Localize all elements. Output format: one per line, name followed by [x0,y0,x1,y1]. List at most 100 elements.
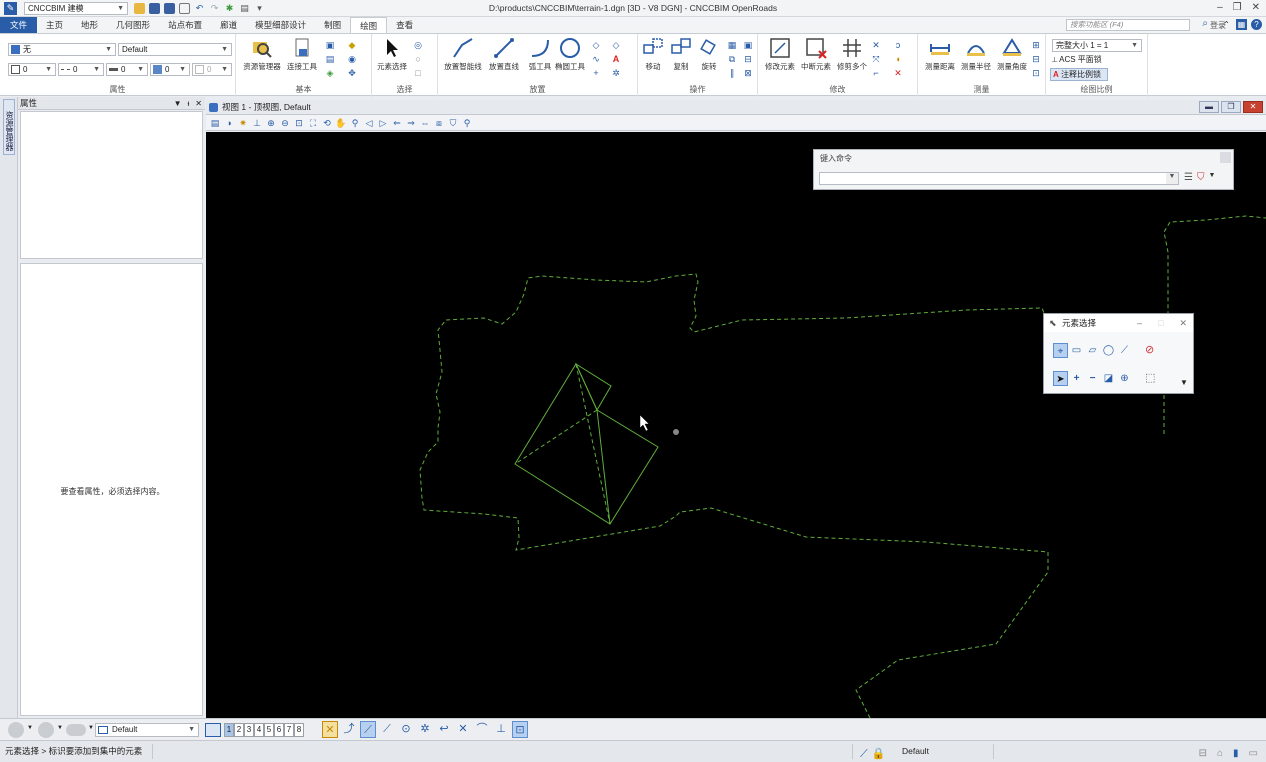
walk-icon[interactable]: ⚲ [349,117,361,129]
clip-mask-icon[interactable]: ⛉ [447,117,459,129]
keyin-menu-icon[interactable]: ▼ [1208,172,1215,183]
ribbon-search-input[interactable]: 搜索功能区 (F4) [1066,19,1190,31]
properties-selection-list[interactable] [20,111,203,259]
view-rotation-icon[interactable]: ⇔ [419,117,431,129]
transparency-combo[interactable]: 0 ▼ [150,63,190,76]
move-button[interactable]: 移动 [638,37,668,81]
close-icon[interactable]: ✕ [195,97,202,110]
select-all-icon[interactable]: ◎ [412,40,424,51]
snap-origin-icon[interactable]: ✲ [417,721,433,738]
tab-resource-manager[interactable]: 资源管理器 [3,99,15,155]
messages-icon[interactable]: ▭ [1249,744,1258,762]
snap-keypoint-icon[interactable]: ⟋ [360,721,376,738]
select-individual-icon[interactable]: ⌖ [1053,343,1068,358]
redo-icon[interactable]: ↷ [209,3,220,14]
saved-views-icon[interactable]: ◆ [346,40,358,51]
chevron-down-icon[interactable]: ▼ [57,725,63,731]
tab-drawing-production[interactable]: 制图 [315,17,350,33]
snap-mode-icon[interactable]: ⊡ [512,721,528,738]
minimize-icon[interactable]: – [1137,314,1142,332]
keyin-input[interactable] [819,172,1179,185]
terrain-triangles[interactable] [514,362,659,525]
view-next-icon[interactable]: ▷ [377,117,389,129]
back-icon[interactable] [8,722,24,738]
drawing-scale-combo[interactable]: 完整大小 1 = 1 ▼ [1052,39,1142,52]
polygon-icon[interactable]: ◇ [590,40,602,51]
select-block-icon[interactable]: ▭ [1069,343,1084,358]
models-icon[interactable]: ▣ [324,40,336,51]
forward-icon[interactable] [38,722,54,738]
close-icon[interactable]: ✕ [1179,314,1187,332]
explorer-icon[interactable]: ✥ [346,68,358,79]
spin-icon[interactable]: ⊠ [742,68,754,79]
restore-icon[interactable]: ❐ [1221,101,1241,113]
tab-model-detailing[interactable]: 模型细部设计 [246,17,315,33]
view-button-7[interactable]: 7 [284,723,294,737]
measure-radius-button[interactable]: 测量半径 [958,37,994,81]
close-icon[interactable]: ✕ [1252,2,1260,13]
snap-intersect-icon[interactable]: ✕ [455,721,471,738]
keyin-browser-icon[interactable]: ☰ [1184,172,1193,183]
stretch-icon[interactable]: ⊟ [742,54,754,65]
place-line-button[interactable]: 放置直线 [484,37,524,81]
select-shape-icon[interactable]: ▱ [1085,343,1100,358]
eraser-icon[interactable]: ◖ [892,54,904,65]
tab-corridors[interactable]: 廊道 [211,17,246,33]
snap-bisector-icon[interactable]: ↩ [436,721,452,738]
mode-all-icon[interactable]: ⊕ [1117,371,1132,386]
copy-view-icon[interactable]: ⇐ [391,117,403,129]
app-logo-icon[interactable]: ✎ [4,2,17,15]
delete-icon[interactable]: ✕ [892,68,904,79]
line-style-combo[interactable]: 0 ▼ [58,63,104,76]
view-button-3[interactable]: 3 [244,723,254,737]
lock-icon[interactable]: 🔒 [872,744,886,762]
clip-icon[interactable]: ⊥ [251,117,263,129]
compress-icon[interactable] [179,3,190,14]
keyin-close-button[interactable] [1220,152,1231,163]
priority-combo[interactable]: 0 ▼ [192,63,232,76]
drawing-canvas[interactable] [206,132,1266,718]
point-icon[interactable]: + [590,68,602,79]
view-button-1[interactable]: 1 [224,723,234,737]
zoom-in-icon[interactable]: ⊕ [265,117,277,129]
dropdown-icon[interactable]: ▼ [174,97,182,110]
pin-icon[interactable]: ✱ [224,3,235,14]
snap-center-icon[interactable]: ⊙ [398,721,414,738]
mode-new-icon[interactable]: ➤ [1053,371,1068,386]
attach-tools-button[interactable]: 连接工具 [284,37,320,81]
book-icon[interactable]: ▮ [1233,744,1239,762]
chevron-down-icon[interactable]: ▼ [1166,173,1178,184]
view-attributes-icon[interactable]: ▤ [209,117,221,129]
print-icon[interactable]: ▤ [239,3,250,14]
place-smartline-button[interactable]: 放置智能线 [442,37,484,81]
tab-terrain[interactable]: 地形 [72,17,107,33]
line-weight-combo[interactable]: 0 ▼ [106,63,148,76]
workspace-select[interactable]: CNCCBIM 建模 ▼ [24,2,128,15]
active-level-select[interactable]: Default ▼ [95,723,199,737]
terrain-boundary[interactable] [419,273,1049,718]
close-icon[interactable]: ✕ [1243,101,1263,113]
select-line-icon[interactable]: ⟋ [1117,343,1132,358]
mirror-icon[interactable]: ⧉ [726,54,738,65]
help-icon[interactable]: ? [1251,19,1262,30]
select-circle-icon[interactable]: ◯ [1101,343,1116,358]
section-icon[interactable]: ⚲ [461,117,473,129]
curve-icon[interactable]: ∿ [590,54,602,65]
references-icon[interactable]: ◈ [324,68,336,79]
restore-icon[interactable]: ❐ [1233,2,1242,13]
open-folder-icon[interactable] [134,3,145,14]
measure-angle-button[interactable]: 测量角度 [994,37,1030,81]
chevron-down-icon[interactable]: ▼ [88,725,94,731]
home-icon[interactable]: ⌂ [1217,744,1223,762]
annotation-scale-lock-toggle[interactable]: A 注释比例锁 [1050,68,1108,81]
accudraw-icon[interactable]: ⟋ [860,744,868,762]
measure-area-icon[interactable]: ⊞ [1030,40,1042,51]
save-status-icon[interactable]: ⊟ [1199,744,1207,762]
view-button-4[interactable]: 4 [254,723,264,737]
bentley-cloud-icon[interactable]: ▦ [1236,19,1247,30]
rotate-button[interactable]: 旋转 [694,37,724,81]
align-icon[interactable]: ∥ [726,68,738,79]
snap-midpoint-icon[interactable]: ⟋ [379,721,395,738]
view-button-2[interactable]: 2 [234,723,244,737]
minimize-icon[interactable]: – [1217,2,1223,13]
